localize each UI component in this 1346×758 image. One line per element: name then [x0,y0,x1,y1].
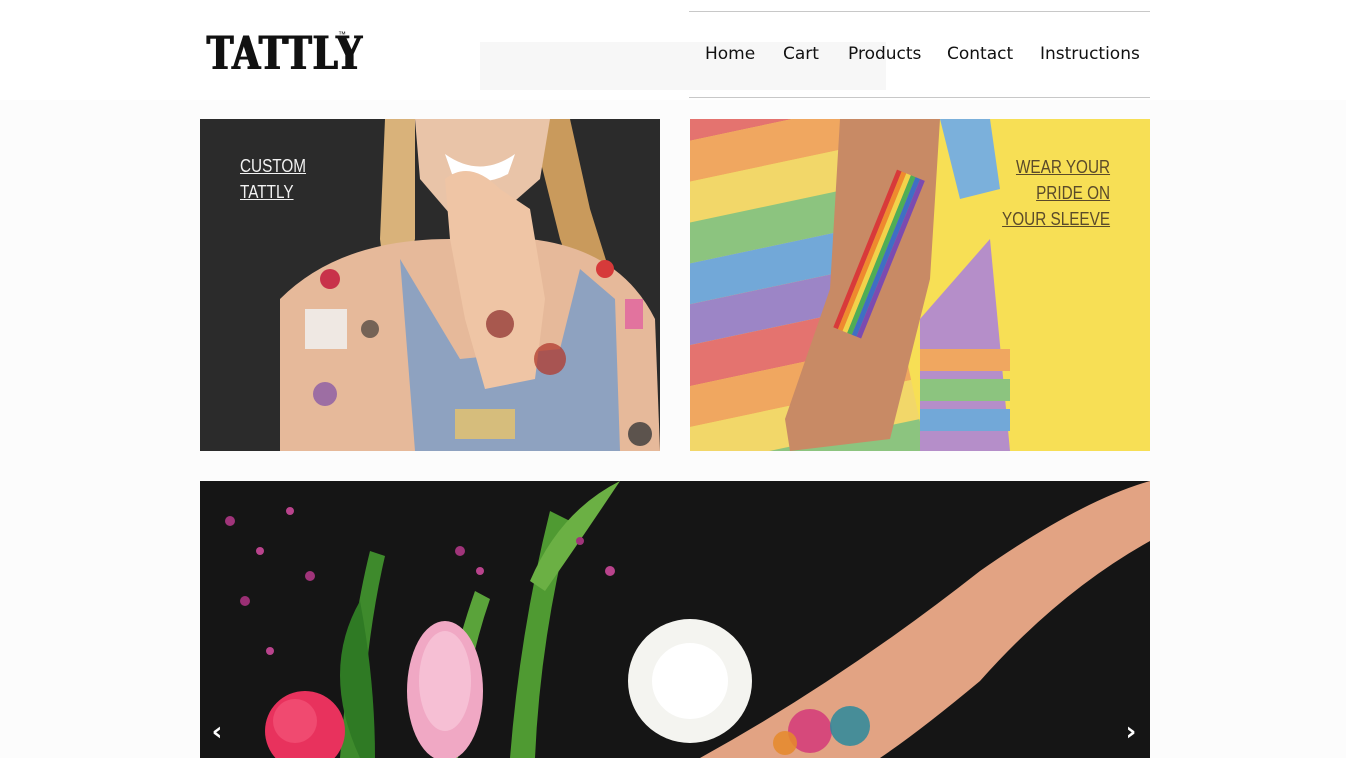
tattly-logo[interactable]: TATTLY ™ [206,24,361,82]
slider-prev-button[interactable]: ‹ [206,719,228,745]
pride-caption-line-2: PRIDE ON [1036,183,1110,203]
nav-instructions[interactable]: Instructions [1040,44,1140,64]
nav-home[interactable]: Home [705,44,755,64]
chevron-right-icon: › [1125,717,1137,747]
chevron-left-icon: ‹ [211,717,223,747]
site-header: TATTLY ™ Home Cart Products Contact Inst… [0,0,1346,100]
nav-contact[interactable]: Contact [947,44,1013,64]
slider-flower-photo [200,481,1150,758]
main-navigation: Home Cart Products Contact Instructions [689,11,1150,98]
pride-caption-line-3: YOUR SLEEVE [1002,209,1110,229]
custom-caption-line-2: TATTLY [240,182,294,202]
custom-tattly-tile[interactable]: CUSTOM TATTLY [200,119,660,451]
pride-sleeve-tile[interactable]: WEAR YOUR PRIDE ON YOUR SLEEVE [690,119,1150,451]
hero-slider[interactable]: ‹ › [200,481,1150,758]
logo-trademark: ™ [338,30,346,39]
nav-cart[interactable]: Cart [783,44,819,64]
slider-next-button[interactable]: › [1120,719,1142,745]
pride-caption[interactable]: WEAR YOUR PRIDE ON YOUR SLEEVE [1002,154,1110,232]
pride-caption-line-1: WEAR YOUR [1015,157,1110,177]
nav-products[interactable]: Products [848,44,921,64]
custom-tattly-caption[interactable]: CUSTOM TATTLY [240,153,306,205]
custom-caption-line-1: CUSTOM [240,156,307,176]
